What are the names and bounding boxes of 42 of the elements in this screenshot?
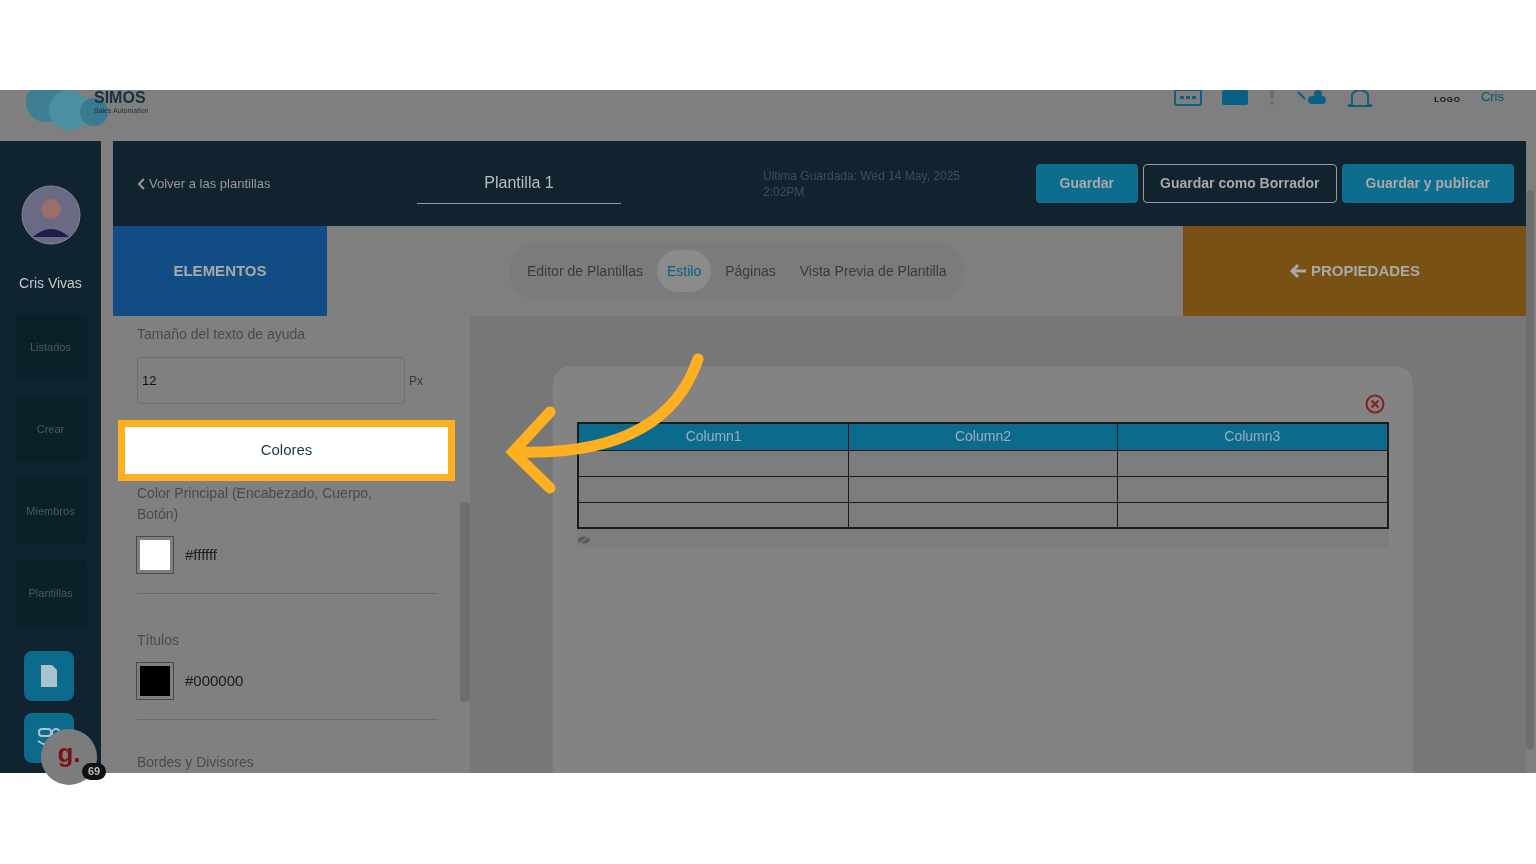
user-name: Cris Vivas — [19, 274, 82, 293]
logo-label: LOGO — [1434, 94, 1461, 106]
section-title: Colores — [260, 440, 313, 461]
unit-label: Px — [409, 372, 423, 390]
chevron-left-icon — [137, 177, 145, 190]
scrollbar[interactable] — [1526, 190, 1534, 750]
grid-icon[interactable] — [1222, 90, 1249, 106]
tab[interactable]: Páginas — [715, 250, 786, 292]
sidebar-item[interactable]: Listados — [14, 314, 87, 380]
color-value: #000000 — [185, 670, 244, 691]
tab[interactable]: Estilo — [656, 250, 712, 292]
document-app-button[interactable] — [24, 651, 74, 701]
document-icon — [40, 664, 58, 688]
tab[interactable]: Vista Previa de Plantilla — [789, 250, 957, 292]
sidebar-item[interactable]: Plantillas — [14, 560, 87, 626]
sidebar-item[interactable]: Crear — [14, 396, 87, 462]
template-title[interactable]: Plantilla 1 — [417, 163, 621, 204]
input-field[interactable]: 12 — [137, 357, 405, 404]
calendar-icon[interactable] — [1174, 90, 1203, 106]
column-header: Column3 — [1117, 423, 1388, 450]
avatar — [20, 185, 81, 245]
elements-tab[interactable]: ELEMENTOS — [113, 226, 327, 316]
back-link[interactable]: Volver a las plantillas — [137, 173, 417, 194]
tab[interactable]: Editor de Plantillas — [517, 250, 653, 292]
bell-icon[interactable] — [1346, 90, 1375, 108]
user-name[interactable]: Cris — [1480, 90, 1504, 103]
eye-off-icon[interactable] — [577, 535, 591, 545]
logo-text: SIMOS — [94, 90, 147, 106]
count-badge: 69 — [82, 763, 107, 780]
color-swatch[interactable] — [137, 537, 173, 573]
close-icon[interactable] — [1365, 394, 1385, 414]
save-button[interactable]: Guardar y publicar — [1341, 164, 1514, 203]
save-button[interactable]: Guardar — [1035, 164, 1139, 203]
sidebar-item[interactable]: Miembros — [14, 478, 87, 544]
color-value: #ffffff — [185, 544, 217, 565]
properties-label: PROPIEDADES — [1310, 260, 1421, 281]
properties-tab[interactable]: PROPIEDADES — [1183, 226, 1526, 316]
arrow-left-icon — [1288, 263, 1307, 279]
column-header: Column2 — [848, 423, 1118, 450]
chat-letter: g. — [57, 740, 81, 766]
color-swatch[interactable] — [137, 663, 173, 699]
save-button[interactable]: Guardar como Borrador — [1143, 164, 1337, 203]
